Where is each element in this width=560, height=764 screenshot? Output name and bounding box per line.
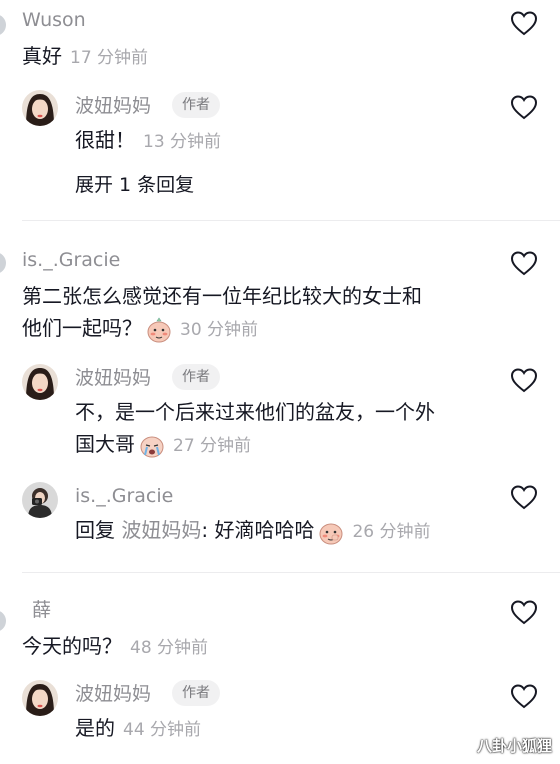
reply-username[interactable]: 波妞妈妈 (75, 94, 151, 118)
blush-face-emoji (146, 316, 172, 343)
comment-username[interactable]: is._.Gracie (22, 248, 120, 272)
avatar-partial[interactable] (0, 14, 6, 36)
divider (22, 572, 560, 573)
reply-text: 不，是一个后来过来他们的盆友，一个外 国大哥 27 分钟前 (75, 396, 505, 462)
comment-time: 17 分钟前 (70, 48, 149, 68)
crying-face-emoji (139, 433, 165, 459)
comment-time: 30 分钟前 (180, 320, 259, 340)
reply-body: : 好滴哈哈哈 (201, 518, 315, 542)
like-icon[interactable] (510, 367, 538, 393)
reply-to-username[interactable]: 波妞妈妈 (121, 518, 201, 542)
reply-line: 不，是一个后来过来他们的盆友，一个外 (75, 400, 435, 424)
reply-text: 很甜！ 13 分钟前 (75, 124, 221, 158)
comment-line-2: 他们一起吗？ 30 分钟前 (22, 312, 502, 346)
like-icon[interactable] (510, 94, 538, 120)
comment-body: 今天的吗？ (22, 634, 122, 658)
reply-body: 国大哥 (75, 432, 135, 456)
comment-username[interactable]: Wuson (22, 8, 86, 32)
reply-text: 是的 44 分钟前 (75, 712, 201, 746)
author-tag: 作者 (172, 92, 220, 118)
author-tag: 作者 (172, 680, 220, 706)
reply-body: 是的 (75, 716, 115, 740)
blush-face-emoji (318, 519, 344, 545)
reply-time: 27 分钟前 (173, 436, 252, 456)
reply-body: 很甜！ (75, 128, 135, 152)
comment-text: 今天的吗？ 48 分钟前 (22, 630, 208, 664)
like-icon[interactable] (510, 10, 538, 36)
avatar-partial[interactable] (0, 252, 6, 274)
avatar[interactable] (22, 364, 58, 400)
avatar[interactable] (22, 90, 58, 126)
reply-time: 26 分钟前 (352, 522, 431, 542)
reply-username[interactable]: is._.Gracie (75, 484, 173, 508)
watermark: 八卦小狐狸 (476, 737, 552, 755)
reply-username[interactable]: 波妞妈妈 (75, 682, 151, 706)
comment-text: 第二张怎么感觉还有一位年纪比较大的女士和 他们一起吗？ 30 分钟前 (22, 280, 502, 346)
like-icon[interactable] (510, 599, 538, 625)
comment-username[interactable]: 薛 (32, 598, 51, 622)
comment-body: 真好 (22, 44, 62, 68)
reply-line-2: 国大哥 27 分钟前 (75, 428, 505, 462)
author-tag: 作者 (172, 364, 220, 390)
reply-time: 13 分钟前 (143, 132, 222, 152)
avatar[interactable] (22, 482, 58, 518)
comment-time: 48 分钟前 (130, 638, 209, 658)
avatar-partial[interactable] (0, 610, 6, 632)
like-icon[interactable] (510, 683, 538, 709)
reply-time: 44 分钟前 (123, 720, 202, 740)
like-icon[interactable] (510, 484, 538, 510)
avatar[interactable] (22, 680, 58, 716)
expand-replies-button[interactable]: 展开 1 条回复 (75, 170, 194, 197)
divider (22, 220, 560, 221)
comment-line: 第二张怎么感觉还有一位年纪比较大的女士和 (22, 284, 422, 308)
reply-text: 回复 波妞妈妈: 好滴哈哈哈 26 分钟前 (75, 514, 431, 548)
reply-username[interactable]: 波妞妈妈 (75, 366, 151, 390)
like-icon[interactable] (510, 250, 538, 276)
comment-body: 他们一起吗？ (22, 316, 142, 340)
comment-text: 真好 17 分钟前 (22, 40, 148, 74)
reply-prefix: 回复 (75, 518, 115, 542)
